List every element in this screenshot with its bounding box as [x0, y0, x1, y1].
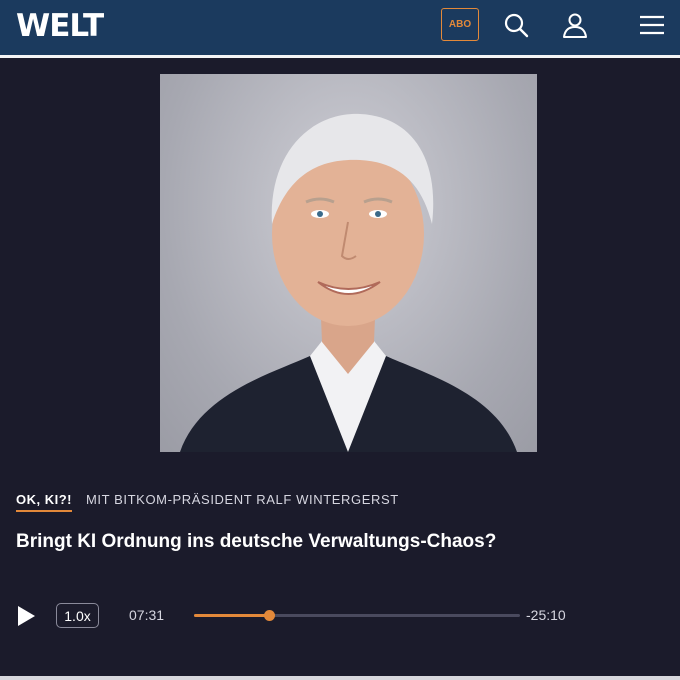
- play-icon[interactable]: [16, 605, 36, 627]
- progress-fill: [194, 614, 269, 617]
- site-header: WELT ABO: [0, 0, 680, 55]
- search-icon[interactable]: [502, 11, 530, 39]
- abo-button[interactable]: ABO: [441, 8, 479, 41]
- welt-logo[interactable]: WELT: [16, 8, 104, 44]
- remaining-time: -25:10: [526, 607, 566, 623]
- episode-title: Bringt KI Ordnung ins deutsche Verwaltun…: [16, 531, 497, 552]
- menu-icon[interactable]: [638, 11, 666, 39]
- episode-portrait-image: [160, 74, 537, 452]
- progress-thumb[interactable]: [263, 610, 275, 621]
- playback-speed-button[interactable]: 1.0x: [56, 603, 99, 628]
- podcast-series-label[interactable]: OK, KI?!: [16, 492, 72, 512]
- elapsed-time: 07:31: [129, 607, 165, 623]
- episode-subtitle: MIT BITKOM-PRÄSIDENT RALF WINTERGERST: [86, 492, 399, 507]
- header-divider: [0, 55, 680, 58]
- episode-kicker-row: OK, KI?! MIT BITKOM-PRÄSIDENT RALF WINTE…: [16, 492, 399, 512]
- bottom-divider: [0, 676, 680, 680]
- progress-slider[interactable]: [194, 610, 520, 621]
- user-icon[interactable]: [561, 11, 589, 39]
